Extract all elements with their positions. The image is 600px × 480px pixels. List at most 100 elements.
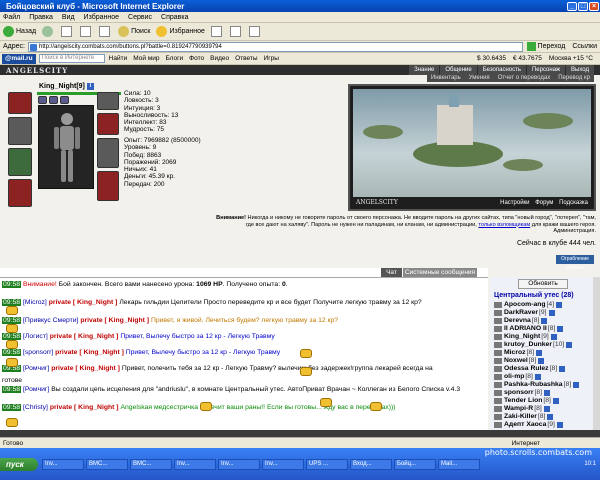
settings-link[interactable]: Настройки	[500, 200, 529, 206]
taskbar-window-button[interactable]: ВМС...	[86, 459, 128, 470]
taskbar-window-button[interactable]: Бойц...	[394, 459, 436, 470]
menu-help[interactable]: Справка	[161, 14, 188, 21]
user-list-item[interactable]: Tender Lion [8]	[494, 397, 559, 404]
user-name[interactable]: sponsorr	[504, 389, 533, 396]
user-info-icon[interactable]	[559, 365, 566, 372]
user-info-icon[interactable]	[538, 357, 545, 364]
mailru-link-moymir[interactable]: Мой мир	[133, 55, 159, 62]
subnav-skills[interactable]: Умения	[465, 75, 494, 82]
close-button[interactable]: ×	[589, 1, 599, 11]
chat-timestamp[interactable]: 09:58	[2, 317, 22, 324]
user-name[interactable]: Адепт Хаоса	[504, 421, 546, 428]
chat-timestamp[interactable]: 09:58	[2, 386, 22, 393]
mailru-link-photo[interactable]: Фото	[189, 55, 204, 62]
chat-text[interactable]: private [ King_Night ]	[47, 299, 120, 306]
user-list-item[interactable]: sponsorr [8]	[494, 389, 551, 396]
start-button[interactable]: пуск	[0, 458, 38, 471]
user-list-item[interactable]: oli-mp [8]	[494, 373, 541, 380]
chat-text[interactable]: private [ King_Night ]	[53, 349, 126, 356]
refresh-users-button[interactable]: Обновить	[518, 279, 568, 289]
forum-link[interactable]: Форум	[535, 200, 553, 206]
user-list-item[interactable]: DarkRaver [9]	[494, 309, 555, 316]
address-input[interactable]: http://angelscity.combats.com/buttons.pl…	[27, 41, 523, 52]
user-name[interactable]: King_Night	[504, 333, 540, 340]
ring-slot-1[interactable]	[38, 96, 47, 104]
mailru-link-games[interactable]: Игры	[264, 55, 279, 62]
taskbar-window-button[interactable]: Вход...	[350, 459, 392, 470]
mailru-link-answers[interactable]: Ответы	[235, 55, 257, 62]
chat-timestamp[interactable]: 09:58	[2, 349, 22, 356]
taskbar-window-button[interactable]: Inv...	[174, 459, 216, 470]
go-button[interactable]: Переход	[526, 42, 565, 51]
chat-timestamp[interactable]: 09:58	[2, 333, 22, 340]
user-info-icon[interactable]	[552, 397, 559, 404]
user-name[interactable]: DarkRaver	[504, 309, 538, 316]
weapon-slot-left[interactable]	[8, 117, 32, 145]
armor-slot[interactable]	[8, 148, 32, 176]
user-list-item[interactable]: Wampi-R [8]	[494, 405, 550, 412]
chat-text[interactable]: [Microz]	[23, 299, 47, 306]
user-info-icon[interactable]	[544, 389, 551, 396]
user-info-icon[interactable]	[557, 325, 564, 332]
gloves-slot[interactable]	[97, 113, 119, 135]
media-button[interactable]	[210, 26, 224, 37]
user-info-icon[interactable]	[543, 405, 550, 412]
chat-timestamp[interactable]: 09:58	[2, 404, 22, 411]
user-name[interactable]: Noxwel	[504, 357, 528, 364]
nav-communication[interactable]: Общение	[440, 65, 477, 75]
taskbar-window-button[interactable]: UPS ...	[306, 459, 348, 470]
chat-text[interactable]: [sponsorr]	[23, 349, 53, 356]
user-name[interactable]: Pashka-Rubashka	[504, 381, 563, 388]
mailru-link-blogs[interactable]: Блоги	[165, 55, 183, 62]
user-list-item[interactable]: King_Night [9]	[494, 333, 557, 340]
stop-button[interactable]	[61, 26, 74, 37]
chat-timestamp[interactable]: 09:58	[2, 299, 22, 306]
user-name[interactable]: Tender Lion	[504, 397, 542, 404]
mail-button[interactable]	[229, 26, 243, 37]
user-info-icon[interactable]	[536, 349, 543, 356]
user-list-item[interactable]: Noxwel [8]	[494, 357, 545, 364]
mailru-search-input[interactable]: Поиск в Интернете	[38, 54, 105, 63]
subnav-inventory[interactable]: Инвентарь	[427, 75, 465, 82]
user-info-icon[interactable]	[547, 413, 554, 420]
user-name[interactable]: Zaki-Killer	[504, 413, 537, 420]
nav-exit[interactable]: Выход	[566, 65, 594, 75]
minimize-button[interactable]: _	[567, 1, 577, 11]
user-list-item[interactable]: Derevna [8]	[494, 317, 548, 324]
subnav-transfer-report[interactable]: Отчет о переводах	[494, 75, 555, 82]
menu-file[interactable]: Файл	[3, 14, 20, 21]
taskbar-window-button[interactable]: ВМС...	[130, 459, 172, 470]
user-list-item[interactable]: krutoy_Dunker [10]	[494, 341, 573, 348]
chat-timestamp[interactable]: 09:58	[2, 281, 22, 288]
user-name[interactable]: II ADRIANO II	[504, 325, 547, 332]
chat-text[interactable]: [Логист]	[23, 333, 48, 340]
taskbar-window-button[interactable]: Inv...	[218, 459, 260, 470]
chat-text[interactable]: [Christy]	[23, 404, 48, 411]
user-info-icon[interactable]	[573, 381, 580, 388]
user-name[interactable]: Odessa Rulez	[504, 365, 549, 372]
mailru-link-video[interactable]: Видео	[210, 55, 229, 62]
info-icon[interactable]: i	[86, 83, 94, 90]
hint-link[interactable]: Подсказка	[559, 200, 588, 206]
user-name[interactable]: Microz	[504, 349, 526, 356]
user-info-icon[interactable]	[566, 341, 573, 348]
chat-text[interactable]: private [ King_Night ]	[48, 333, 121, 340]
user-name[interactable]: oli-mp	[504, 373, 524, 380]
refresh-button[interactable]	[80, 26, 93, 37]
print-button[interactable]	[248, 26, 262, 37]
tab-system-messages[interactable]: Системные сообщения	[403, 268, 477, 277]
nav-character[interactable]: Персонаж	[526, 65, 566, 75]
menu-edit[interactable]: Правка	[29, 14, 53, 21]
user-list-item[interactable]: Microz [8]	[494, 349, 543, 356]
warning-link[interactable]: только взломщикам	[478, 222, 530, 228]
maximize-button[interactable]: □	[578, 1, 588, 11]
taskbar-window-button[interactable]: Inv...	[42, 459, 84, 470]
chat-text[interactable]: private [ King_Night ]	[48, 404, 121, 411]
forward-button[interactable]	[42, 26, 55, 37]
menu-view[interactable]: Вид	[62, 14, 75, 21]
helmet-slot[interactable]	[8, 92, 32, 114]
user-info-icon[interactable]	[548, 309, 555, 316]
user-info-icon[interactable]	[534, 373, 541, 380]
location-scene[interactable]: ANGELSCITY Настройки Форум Подсказка	[348, 84, 596, 211]
chat-text[interactable]: private [ King_Night ]	[49, 365, 122, 372]
